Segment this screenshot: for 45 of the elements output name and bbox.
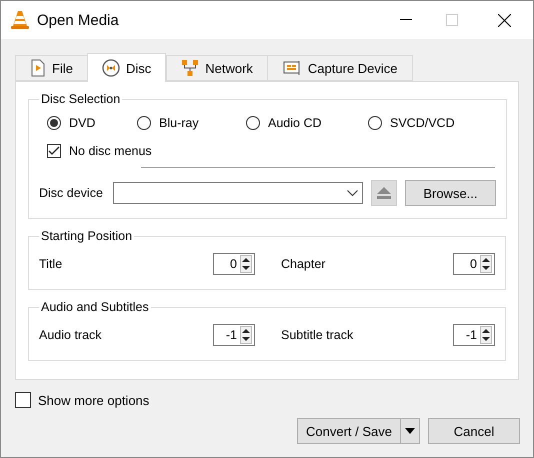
device-dropdown[interactable] [112, 182, 363, 204]
field-label: Disc device [39, 186, 103, 200]
cancel-button[interactable]: Cancel [428, 418, 520, 444]
spin-box[interactable]: 0 [213, 253, 255, 275]
convert-save-button[interactable]: Convert / Save [297, 418, 420, 444]
spin-box[interactable]: -1 [213, 324, 255, 346]
close-icon [498, 14, 510, 26]
network-icon [181, 59, 200, 77]
spin-box[interactable]: 0 [453, 253, 495, 275]
check-icon [48, 146, 60, 156]
group-title: Disc Selection [40, 92, 122, 106]
group-title: Audio and Subtitles [40, 300, 150, 314]
browse-button[interactable]: Browse... [404, 180, 496, 206]
checkbox-option[interactable]: No disc menus [47, 144, 152, 158]
group-title: Starting Position [40, 229, 134, 243]
disc-icon [102, 59, 120, 77]
file-play-icon [30, 59, 46, 77]
spin-arrows-icon [240, 326, 252, 344]
eject-icon [376, 187, 391, 199]
chevron-down-icon [346, 190, 358, 196]
radio-option[interactable]: SVCD/VCD [368, 116, 496, 130]
checkbox-label: Show more options [38, 392, 150, 408]
window-title: Open Media [37, 12, 120, 28]
field-label: Chapter [281, 257, 326, 271]
traffic-cone-icon [11, 10, 29, 30]
tab[interactable]: Network [166, 55, 268, 81]
spin-arrows-icon [480, 255, 492, 273]
spin-box[interactable]: -1 [453, 324, 495, 346]
field-label: Subtitle track [281, 328, 354, 342]
tab[interactable]: Disc [86, 53, 166, 82]
checkbox[interactable] [15, 392, 31, 408]
spin-arrows-icon [480, 326, 492, 344]
tab[interactable]: File [15, 55, 88, 81]
tab[interactable]: Capture Device [266, 55, 413, 81]
field-label: Title [39, 257, 64, 271]
field-label: Audio track [39, 328, 103, 342]
maximize-icon [446, 14, 458, 26]
radio-option[interactable]: DVD [47, 116, 137, 130]
eject-button[interactable] [370, 180, 397, 206]
radio-option[interactable]: Audio CD [246, 116, 368, 130]
spin-arrows-icon [240, 255, 252, 273]
radio-option[interactable]: Blu-ray [137, 116, 246, 130]
capture-card-icon [282, 60, 302, 76]
caret-icon [405, 428, 415, 434]
minimize-icon [400, 19, 412, 21]
